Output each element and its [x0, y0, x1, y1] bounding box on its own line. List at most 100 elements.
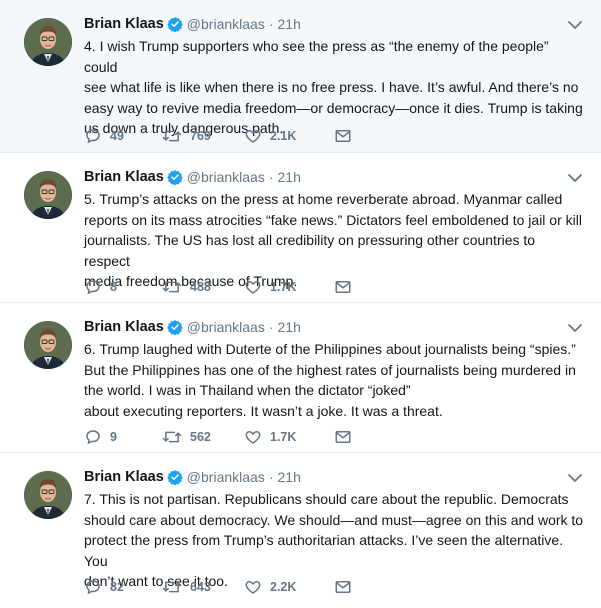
envelope-icon — [335, 130, 351, 142]
author-name[interactable]: Brian Klaas — [84, 169, 164, 185]
avatar[interactable] — [24, 171, 72, 219]
tweet-line: about executing reporters. It wasn’t a j… — [84, 402, 443, 419]
tweet-line: easy way to revive media freedom—or demo… — [84, 99, 583, 116]
chevron-down-icon[interactable] — [567, 321, 583, 333]
tweet-line: 5. Trump’s attacks on the press at home … — [84, 191, 563, 207]
envelope-icon — [335, 431, 351, 443]
reply-button[interactable]: 8 — [84, 278, 162, 296]
retweet-count: 769 — [190, 129, 211, 143]
envelope-icon — [335, 581, 351, 593]
tweet-line: But the Philippines has one of the highe… — [84, 361, 576, 378]
separator-dot: · — [268, 319, 274, 335]
tweet-timestamp[interactable]: 21h — [278, 169, 301, 185]
tweet-actions: 82 643 2.2K — [84, 577, 412, 597]
tweet-header: Brian Klaas @brianklaas · 21h — [84, 467, 301, 487]
reply-icon — [86, 430, 100, 445]
author-handle[interactable]: @brianklaas — [187, 469, 265, 485]
retweet-icon — [162, 130, 182, 142]
tweet-timestamp[interactable]: 21h — [278, 319, 301, 335]
tweet-line: 4. I wish Trump supporters who see the p… — [84, 38, 549, 75]
chevron-down-icon[interactable] — [567, 171, 583, 183]
tweet-line: the world. I was in Thailand when the di… — [84, 382, 411, 398]
tweet-4[interactable]: Brian Klaas @brianklaas · 21h 4. I wish … — [0, 0, 601, 153]
retweet-icon — [162, 431, 182, 443]
direct-message-button[interactable] — [334, 429, 412, 445]
tweet-timestamp[interactable]: 21h — [278, 16, 301, 32]
reply-button[interactable]: 9 — [84, 428, 162, 446]
like-count: 2.2K — [270, 580, 297, 594]
reply-count: 82 — [110, 580, 124, 594]
like-count: 1.7K — [270, 430, 297, 444]
tweet-header: Brian Klaas @brianklaas · 21h — [84, 167, 301, 187]
reply-count: 49 — [110, 129, 124, 143]
chevron-down-icon[interactable] — [567, 471, 583, 483]
tweet-line: 6. Trump laughed with Duterte of the Phi… — [84, 341, 576, 357]
author-name[interactable]: Brian Klaas — [84, 319, 164, 335]
avatar[interactable] — [24, 18, 72, 66]
avatar[interactable] — [24, 471, 72, 519]
tweet-line: journalists. The US has lost all credibi… — [84, 232, 536, 269]
reply-count: 8 — [110, 280, 117, 294]
reply-button[interactable]: 82 — [84, 578, 162, 596]
tweet-actions: 9 562 1.7K — [84, 427, 412, 447]
tweet-header: Brian Klaas @brianklaas · 21h — [84, 14, 301, 34]
like-button[interactable]: 2.1K — [244, 127, 334, 145]
tweet-line: protect the press from Trump’s authorita… — [84, 532, 564, 569]
envelope-icon — [335, 281, 351, 293]
tweet-line: 7. This is not partisan. Republicans sho… — [84, 491, 569, 507]
reply-icon — [86, 580, 100, 595]
heart-icon — [245, 129, 261, 143]
avatar[interactable] — [24, 321, 72, 369]
tweet-5[interactable]: Brian Klaas @brianklaas · 21h 5. Trump’s… — [0, 153, 601, 303]
retweet-count: 562 — [190, 430, 211, 444]
tweet-6[interactable]: Brian Klaas @brianklaas · 21h 6. Trump l… — [0, 303, 601, 453]
reply-icon — [86, 129, 100, 144]
retweet-count: 643 — [190, 580, 211, 594]
author-name[interactable]: Brian Klaas — [84, 469, 164, 485]
direct-message-button[interactable] — [334, 579, 412, 595]
tweet-actions: 49 769 2.1K — [84, 126, 412, 146]
author-handle[interactable]: @brianklaas — [187, 16, 265, 32]
direct-message-button[interactable] — [334, 279, 412, 295]
tweet-line: see what life is like when there is no f… — [84, 79, 579, 95]
tweet-line: reports on its mass atrocities “fake new… — [84, 211, 582, 228]
tweet-actions: 8 488 1.7K — [84, 277, 412, 297]
tweet-header: Brian Klaas @brianklaas · 21h — [84, 317, 301, 337]
verified-badge-icon — [167, 469, 183, 486]
reply-button[interactable]: 49 — [84, 127, 162, 145]
tweet-line: should care about democracy. We should—a… — [84, 511, 584, 528]
heart-icon — [245, 580, 261, 594]
like-button[interactable]: 2.2K — [244, 578, 334, 596]
verified-badge-icon — [167, 319, 183, 336]
tweet-timestamp[interactable]: 21h — [278, 469, 301, 485]
tweet-7[interactable]: Brian Klaas @brianklaas · 21h 7. This is… — [0, 453, 601, 608]
like-count: 2.1K — [270, 129, 297, 143]
heart-icon — [245, 430, 261, 444]
retweet-button[interactable]: 769 — [162, 127, 244, 145]
direct-message-button[interactable] — [334, 128, 412, 144]
chevron-down-icon[interactable] — [567, 18, 583, 30]
separator-dot: · — [268, 16, 274, 32]
separator-dot: · — [268, 169, 274, 185]
like-button[interactable]: 1.7K — [244, 278, 334, 296]
heart-icon — [245, 280, 261, 294]
tweet-timeline: Brian Klaas @brianklaas · 21h 4. I wish … — [0, 0, 601, 608]
retweet-button[interactable]: 488 — [162, 278, 244, 296]
author-handle[interactable]: @brianklaas — [187, 319, 265, 335]
reply-icon — [86, 280, 100, 295]
author-name[interactable]: Brian Klaas — [84, 16, 164, 32]
tweet-text: 6. Trump laughed with Duterte of the Phi… — [84, 339, 584, 421]
verified-badge-icon — [167, 169, 183, 186]
author-handle[interactable]: @brianklaas — [187, 169, 265, 185]
like-button[interactable]: 1.7K — [244, 428, 334, 446]
retweet-button[interactable]: 643 — [162, 578, 244, 596]
reply-count: 9 — [110, 430, 117, 444]
separator-dot: · — [268, 469, 274, 485]
retweet-button[interactable]: 562 — [162, 428, 244, 446]
tweet-text: 4. I wish Trump supporters who see the p… — [84, 36, 584, 139]
retweet-count: 488 — [190, 280, 211, 294]
like-count: 1.7K — [270, 280, 297, 294]
retweet-icon — [162, 581, 182, 593]
retweet-icon — [162, 281, 182, 293]
verified-badge-icon — [167, 16, 183, 33]
